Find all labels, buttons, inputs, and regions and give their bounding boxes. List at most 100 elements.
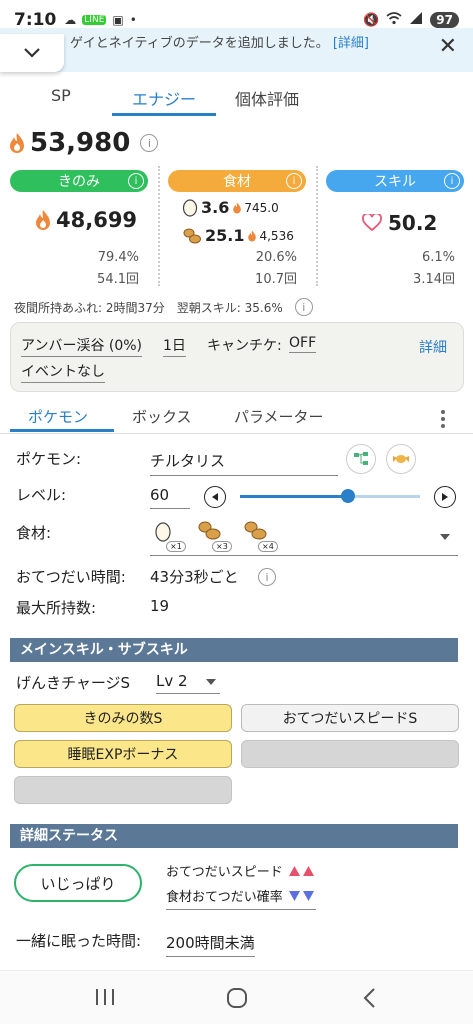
total-energy-value: 53,980 (30, 128, 131, 158)
skill-ratio: 6.1% (421, 250, 455, 265)
day-selector[interactable]: 1日 (163, 335, 186, 357)
nut-icon (244, 521, 267, 540)
ingredient-count: 10.7回 (255, 272, 297, 287)
sleep-time-select[interactable]: 200時間未満 (166, 932, 255, 957)
evolution-button[interactable] (346, 444, 376, 474)
more-options-icon[interactable] (441, 410, 445, 431)
nature-up-stat: おてつだいスピード (166, 861, 316, 880)
nature-button[interactable]: いじっぱり (14, 864, 142, 902)
egg-icon (182, 199, 198, 217)
nature-up-label: おてつだいスピード (166, 865, 283, 880)
dropdown-arrow-icon (206, 679, 216, 685)
ingredient-label-row: 食材: (16, 524, 52, 542)
back-icon[interactable] (362, 987, 376, 1009)
candy-button[interactable] (386, 444, 416, 474)
main-skill-level-select[interactable]: Lv 2 (156, 672, 220, 694)
status-time: 7:10 (14, 10, 57, 30)
level-increase-button[interactable] (434, 486, 456, 508)
empty-sub-skill-slot[interactable] (241, 740, 459, 768)
info-icon[interactable]: i (140, 134, 159, 152)
level-field[interactable]: 60 (150, 486, 190, 509)
ingredient-count-badge: ×4 (258, 541, 278, 552)
skill-category-pill: スキル i (326, 170, 464, 192)
settings-detail-link[interactable]: 詳細 (419, 337, 447, 357)
system-icons: 🔇 97 (363, 11, 459, 29)
overflow-info: 夜間所持あふれ: 2時間37分 翌朝スキル: 35.6% i (14, 298, 313, 316)
area-selector[interactable]: アンバー渓谷 (0%) (21, 335, 143, 357)
skill-energy-value: 50.2 (388, 211, 438, 235)
ingredient-ratio: 20.6% (255, 250, 297, 265)
info-icon[interactable]: i (444, 173, 460, 189)
recent-apps-icon[interactable] (94, 987, 116, 1007)
level-slider-thumb[interactable] (341, 489, 355, 503)
ingredient-egg-row: 3.6 745.0 (182, 198, 279, 217)
line-icon: LINE (82, 15, 107, 25)
heart-icon (362, 214, 382, 232)
info-icon[interactable]: i (294, 298, 313, 316)
tab-sp[interactable]: SP (51, 86, 71, 105)
pokemon-name-field[interactable]: チルタリス (150, 450, 338, 476)
info-icon[interactable]: i (258, 568, 276, 586)
berry-ratio: 79.4% (97, 250, 139, 265)
max-carry-label: 最大所持数: (16, 599, 97, 617)
tab-pokemon[interactable]: ポケモン (28, 406, 88, 427)
mute-icon: 🔇 (363, 12, 380, 28)
sleep-time-label: 一緒に眠った時間: (16, 932, 142, 950)
info-icon[interactable]: i (128, 173, 144, 189)
nut-energy-value: 4,536 (259, 228, 294, 243)
berry-label: きのみ (58, 174, 100, 190)
morning-skill: 翌朝スキル: 35.6% (176, 300, 283, 315)
play-left-icon (212, 493, 218, 501)
egg-energy-value: 745.0 (244, 200, 279, 215)
column-divider (316, 166, 318, 286)
berry-category-pill: きのみ i (10, 170, 148, 192)
close-icon[interactable]: ✕ (439, 34, 457, 59)
ticket-label: キャンチケ: (207, 338, 282, 354)
energy-flame-icon (248, 230, 257, 241)
level-slider-fill (240, 495, 348, 498)
ticket-toggle[interactable]: OFF (289, 335, 317, 353)
skills-section-header: メインスキル・サブスキル (10, 638, 458, 662)
berry-energy: 48,699 (34, 208, 137, 232)
sub-skill-chip[interactable]: きのみの数S (14, 704, 232, 732)
pokemon-label: ポケモン: (16, 450, 82, 468)
research-settings[interactable]: アンバー渓谷 (0%) 1日 キャンチケ: OFF 詳細 イベントなし (10, 322, 464, 392)
sub-skill-chip[interactable]: 睡眠EXPボーナス (14, 740, 232, 768)
empty-sub-skill-slot[interactable] (14, 776, 232, 804)
berry-energy-value: 48,699 (56, 208, 138, 232)
max-carry-value: 19 (150, 597, 170, 615)
level-decrease-button[interactable] (204, 486, 226, 508)
ingredient-count-badge: ×3 (212, 541, 232, 552)
energy-flame-icon (36, 210, 50, 230)
collapse-button[interactable] (0, 34, 64, 72)
egg-energy: 745.0 (232, 200, 279, 215)
chevron-down-icon (24, 48, 40, 58)
tab-energy[interactable]: エナジー (132, 86, 196, 110)
level-label: レベル: (16, 486, 67, 504)
tab-underline (112, 113, 216, 116)
nut-icon (198, 521, 221, 540)
banner-text: ゲイとネイティブのデータを追加しました。 [詳細] (70, 32, 420, 51)
candy-icon (393, 455, 409, 463)
help-time-label: おてつだい時間: (16, 568, 126, 586)
ingredient-nut-row: 25.1 4,536 (182, 226, 294, 245)
info-icon[interactable]: i (286, 173, 302, 189)
home-icon[interactable] (226, 987, 248, 1009)
column-divider (158, 166, 160, 286)
sub-skill-chip[interactable]: おてつだいスピードS (241, 704, 459, 732)
ingredient-selector[interactable]: ×1 ×3 ×4 (150, 520, 458, 556)
wifi-icon (386, 11, 402, 29)
event-selector[interactable]: イベントなし (21, 361, 105, 383)
play-right-icon (442, 493, 448, 501)
down-arrows-icon (288, 890, 314, 901)
banner-message: ゲイとネイティブのデータを追加しました。 (70, 36, 329, 51)
banner-detail-link[interactable]: [詳細] (333, 36, 369, 51)
tab-parameter[interactable]: パラメーター (234, 406, 324, 427)
dot-icon: • (129, 13, 137, 27)
navigation-bar (0, 970, 473, 1024)
tab-box[interactable]: ボックス (132, 406, 192, 427)
help-time-value: 43分3秒ごと (150, 568, 239, 586)
total-energy: 53,980 i (8, 128, 159, 158)
tab-evaluation[interactable]: 個体評価 (235, 86, 299, 110)
signal-icon (409, 11, 423, 29)
